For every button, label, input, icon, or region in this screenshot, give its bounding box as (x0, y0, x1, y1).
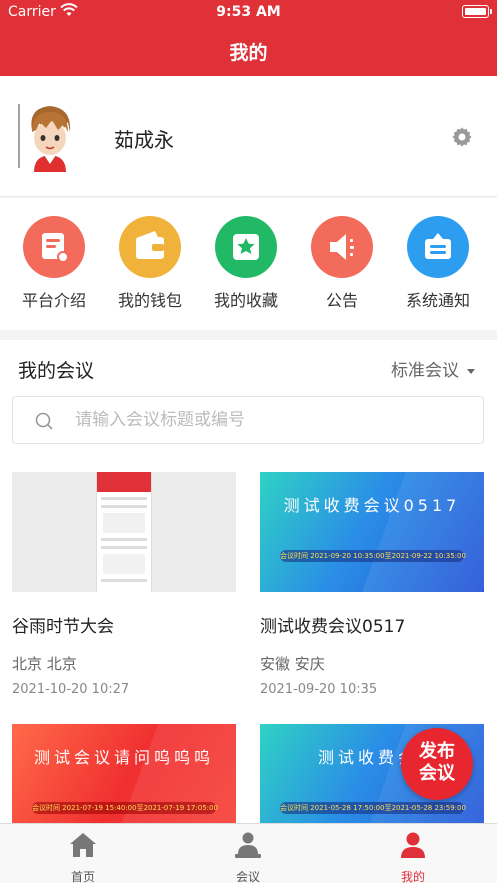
user-name: 茹成永 (114, 128, 174, 152)
banner-title: 测试收费会议0517 (283, 496, 461, 515)
shortcut-system-notice[interactable]: 系统通知 (390, 216, 486, 311)
shortcut-label: 我的钱包 (117, 291, 182, 310)
status-bar: Carrier 9:53 AM (0, 0, 497, 26)
meeting-location: 安徽 安庆 (260, 655, 325, 673)
home-icon (70, 833, 96, 857)
section-title: 我的会议 (18, 360, 95, 382)
tab-mine[interactable]: 我的 (363, 830, 463, 883)
gear-icon[interactable] (451, 126, 473, 148)
top-bar: Carrier 9:53 AM 我的 (0, 0, 497, 76)
publish-label-line2: 会议 (419, 763, 455, 784)
tab-label: 首页 (70, 870, 95, 883)
search-box[interactable] (12, 396, 484, 444)
dropdown-value: 标准会议 (391, 361, 459, 381)
profile-icon (401, 832, 425, 858)
meeting-title: 谷雨时节大会 (12, 617, 114, 637)
tab-label: 我的 (400, 870, 425, 883)
profile-card[interactable]: 茹成永 (0, 76, 497, 197)
meeting-thumbnail: 测试收费会议0517 会议时间 2021-09-20 10:35:00至2021… (260, 472, 484, 592)
banner-title: 测试会议请问呜呜呜 (33, 748, 214, 767)
publish-label-line1: 发布 (419, 741, 455, 762)
avatar[interactable] (18, 100, 82, 172)
my-meetings-section: 我的会议 标准会议 谷雨时节大会 北京 (0, 340, 497, 883)
wallet-icon (119, 216, 181, 278)
shortcut-platform-intro[interactable]: 平台介绍 (6, 216, 102, 311)
caret-down-icon (467, 368, 475, 374)
meeting-date: 2021-10-20 10:27 (12, 682, 130, 697)
shortcut-label: 公告 (325, 291, 358, 310)
megaphone-icon (311, 216, 373, 278)
search-icon (35, 412, 53, 430)
clock: 9:53 AM (216, 4, 281, 20)
page-title: 我的 (229, 42, 268, 64)
banner-time: 会议时间 2021-07-19 15:40:00至2021-07-19 17:0… (32, 802, 218, 814)
tab-home[interactable]: 首页 (33, 830, 133, 883)
meeting-card[interactable]: 谷雨时节大会 北京 北京 2021-10-20 10:27 (12, 472, 236, 697)
banner-time: 会议时间 2021-05-28 17:50:00至2021-05-28 23:5… (280, 802, 466, 814)
search-input[interactable] (75, 405, 465, 435)
meeting-date: 2021-09-20 10:35 (260, 682, 378, 697)
phone-screenshot-image (96, 472, 152, 592)
star-icon (215, 216, 277, 278)
shortcut-label: 平台介绍 (21, 291, 86, 310)
meeting-location: 北京 北京 (12, 655, 77, 673)
meeting-type-dropdown[interactable]: 标准会议 (391, 356, 475, 381)
meeting-thumbnail (12, 472, 236, 592)
shortcut-label: 系统通知 (405, 291, 470, 310)
meeting-title: 测试收费会议0517 (260, 617, 406, 637)
document-icon (23, 216, 85, 278)
shortcut-my-wallet[interactable]: 我的钱包 (102, 216, 198, 311)
meeting-card[interactable]: 测试收费会议0517 会议时间 2021-09-20 10:35:00至2021… (260, 472, 484, 697)
tab-label: 会议 (235, 870, 260, 883)
shortcut-label: 我的收藏 (213, 291, 278, 310)
shortcut-announcement[interactable]: 公告 (294, 216, 390, 311)
notification-icon (407, 216, 469, 278)
tab-meeting[interactable]: 会议 (198, 830, 298, 883)
battery-icon (462, 5, 492, 18)
shortcut-grid: 平台介绍 我的钱包 我的收藏 公告 系统通知 (0, 198, 497, 330)
shortcut-my-favorites[interactable]: 我的收藏 (198, 216, 294, 311)
banner-time: 会议时间 2021-09-20 10:35:00至2021-09-22 10:3… (280, 550, 466, 562)
publish-meeting-button[interactable]: 发布 会议 (401, 728, 473, 800)
my-page-screen: Carrier 9:53 AM 我的 茹成永 平台介绍 我的钱包 我的收藏 公告… (0, 0, 497, 883)
meeting-icon (235, 832, 261, 858)
tab-bar: 首页 会议 我的 (0, 823, 497, 883)
